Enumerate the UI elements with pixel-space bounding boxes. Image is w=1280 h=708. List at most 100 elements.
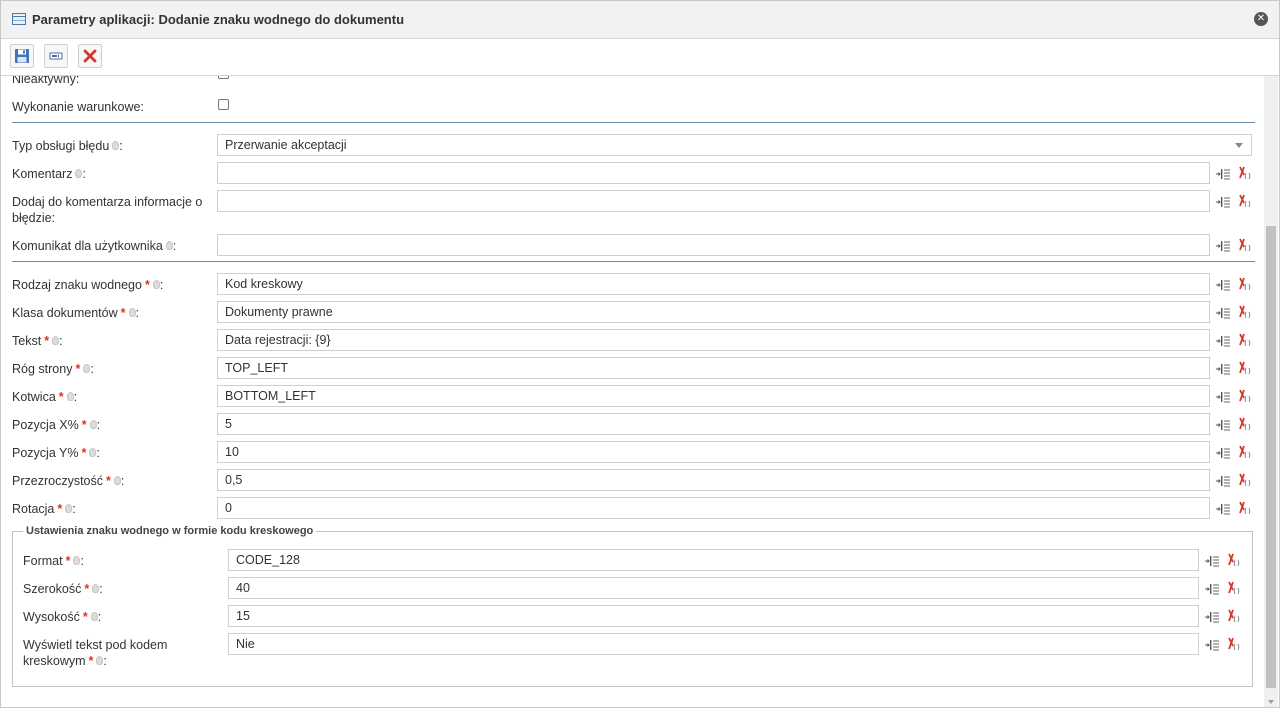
save-icon [15,49,29,63]
clear-expression-icon[interactable] [1237,473,1252,488]
clear-expression-icon[interactable] [1237,194,1252,209]
clear-expression-icon[interactable] [1237,238,1252,253]
insert-variable-icon[interactable] [1205,639,1220,651]
scrollbar-thumb[interactable] [1266,226,1276,688]
clear-expression-icon[interactable] [1226,553,1241,568]
pos-x-input[interactable]: 5 [217,413,1210,435]
insert-variable-icon[interactable] [1216,335,1231,347]
clear-expression-icon[interactable] [1237,445,1252,460]
watermark-type-label: Rodzaj znaku wodnego [12,278,142,292]
clear-expression-icon[interactable] [1237,501,1252,516]
comment-input[interactable] [217,162,1210,184]
barcode-width-label: Szerokość [23,582,82,596]
format-input[interactable]: CODE_128 [228,549,1199,571]
conditional-checkbox[interactable] [218,99,229,110]
save-button[interactable] [10,44,34,68]
insert-variable-icon[interactable] [1216,475,1231,487]
section-divider [12,261,1255,262]
hint-icon[interactable] [165,241,173,251]
insert-variable-icon[interactable] [1216,363,1231,375]
corner-label: Róg strony [12,362,73,376]
hint-icon[interactable] [89,420,97,430]
vertical-scrollbar[interactable] [1264,76,1278,707]
hint-icon[interactable] [52,336,60,346]
hint-icon[interactable] [128,308,136,318]
clear-expression-icon[interactable] [1226,609,1241,624]
insert-variable-icon[interactable] [1216,447,1231,459]
format-label: Format [23,554,63,568]
insert-variable-icon[interactable] [1205,611,1220,623]
text-input[interactable]: Data rejestracji: {9} [217,329,1210,351]
clear-expression-icon[interactable] [1237,305,1252,320]
insert-variable-icon[interactable] [1216,307,1231,319]
clear-expression-icon[interactable] [1237,333,1252,348]
required-marker: * [44,334,50,348]
hint-icon[interactable] [92,584,100,594]
clear-expression-icon[interactable] [1237,166,1252,181]
pos-y-input[interactable]: 10 [217,441,1210,463]
hint-icon[interactable] [112,141,120,151]
pos-x-label: Pozycja X% [12,418,79,432]
scroll-down-icon[interactable] [1268,700,1274,704]
hint-icon[interactable] [152,280,160,290]
barcode-width-input[interactable]: 40 [228,577,1199,599]
form-content: Nieaktywny: Wykonanie warunkowe: Typ obs… [1,76,1264,707]
comment-label: Komentarz [12,167,73,181]
insert-variable-icon[interactable] [1216,503,1231,515]
add-error-info-input[interactable] [217,190,1210,212]
hint-icon[interactable] [113,476,121,486]
clear-expression-icon[interactable] [1237,361,1252,376]
watermark-type-input[interactable]: Kod kreskowy [217,273,1210,295]
close-icon[interactable]: ✕ [1254,12,1268,26]
required-marker: * [81,418,87,432]
delete-button[interactable] [78,44,102,68]
insert-variable-icon[interactable] [1205,555,1220,567]
user-message-input[interactable] [217,234,1210,256]
required-marker: * [75,362,81,376]
window-title: Parametry aplikacji: Dodanie znaku wodne… [32,12,405,27]
inactive-checkbox[interactable] [218,76,229,79]
required-marker: * [58,390,64,404]
clear-expression-icon[interactable] [1226,581,1241,596]
required-marker: * [57,502,63,516]
required-marker: * [82,610,88,624]
barcode-height-input[interactable]: 15 [228,605,1199,627]
insert-variable-icon[interactable] [1216,391,1231,403]
rotation-input[interactable]: 0 [217,497,1210,519]
insert-variable-icon[interactable] [1216,168,1231,180]
anchor-input[interactable]: BOTTOM_LEFT [217,385,1210,407]
clear-expression-icon[interactable] [1237,389,1252,404]
hint-icon[interactable] [66,392,74,402]
insert-variable-icon[interactable] [1216,196,1231,208]
opacity-label: Przezroczystość [12,474,103,488]
clear-expression-icon[interactable] [1237,417,1252,432]
delete-icon [83,49,97,63]
show-text-input[interactable]: Nie [228,633,1199,655]
doc-class-input[interactable]: Dokumenty prawne [217,301,1210,323]
add-error-info-label: Dodaj do komentarza informacje o błędzie… [12,195,203,225]
required-marker: * [144,278,150,292]
rotation-label: Rotacja [12,502,55,516]
insert-variable-icon[interactable] [1205,583,1220,595]
title-bar: Parametry aplikacji: Dodanie znaku wodne… [1,1,1279,39]
conditional-label: Wykonanie warunkowe: [12,100,144,114]
hint-icon[interactable] [90,612,98,622]
corner-input[interactable]: TOP_LEFT [217,357,1210,379]
insert-variable-icon[interactable] [1216,419,1231,431]
clear-expression-icon[interactable] [1237,277,1252,292]
insert-variable-icon[interactable] [1216,240,1231,252]
insert-variable-icon[interactable] [1216,279,1231,291]
error-type-select[interactable]: Przerwanie akceptacji [217,134,1252,156]
toolbar [1,39,1279,76]
required-marker: * [81,446,87,460]
dialog-window: Parametry aplikacji: Dodanie znaku wodne… [0,0,1280,708]
clear-expression-icon[interactable] [1226,637,1241,652]
chevron-down-icon [1235,143,1243,148]
table-icon [12,13,26,25]
doc-class-label: Klasa dokumentów [12,306,118,320]
opacity-input[interactable]: 0,5 [217,469,1210,491]
inactive-label: Nieaktywny: [12,76,80,86]
run-button[interactable] [44,44,68,68]
hint-icon[interactable] [65,504,73,514]
run-icon [49,52,63,60]
